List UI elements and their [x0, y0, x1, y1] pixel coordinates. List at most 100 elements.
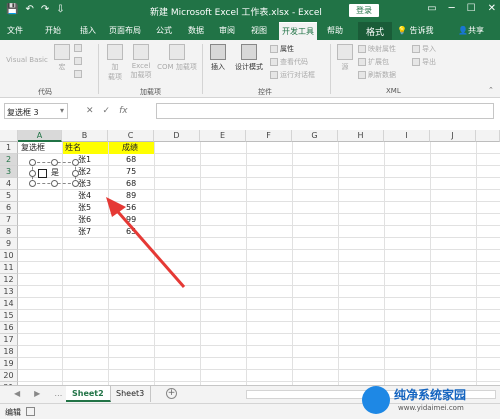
tab-formulas[interactable]: 公式 — [156, 25, 172, 36]
macro-record-status-icon[interactable] — [26, 407, 35, 416]
minimize-icon[interactable]: ─ — [449, 3, 455, 14]
row-header[interactable]: 15 — [0, 310, 18, 322]
chevron-left-icon[interactable]: ◀ — [14, 389, 20, 398]
cell-b1[interactable]: 姓名 — [63, 142, 108, 154]
resize-handle[interactable] — [51, 180, 58, 187]
formula-input[interactable] — [156, 103, 494, 119]
select-all-corner[interactable] — [0, 130, 18, 142]
checkbox-box[interactable] — [38, 169, 47, 178]
column-header[interactable]: A — [18, 130, 62, 142]
resize-handle[interactable] — [72, 180, 79, 187]
close-icon[interactable]: ✕ — [488, 3, 496, 14]
column-header[interactable]: H — [338, 130, 384, 142]
excel-addins-button[interactable]: Excel 加载项 — [128, 44, 154, 80]
tell-me-search[interactable]: 💡 告诉我 — [397, 25, 434, 36]
resize-handle[interactable] — [51, 159, 58, 166]
row-header[interactable]: 4 — [0, 178, 18, 190]
save-icon[interactable]: 💾 — [6, 4, 18, 15]
tab-home[interactable]: 开始 — [45, 25, 61, 36]
ribbon-display-icon[interactable]: ▭ — [427, 3, 436, 14]
macro-button[interactable]: 宏 — [52, 44, 72, 72]
row-header[interactable]: 18 — [0, 346, 18, 358]
column-header-overflow[interactable] — [476, 130, 500, 142]
row-header[interactable]: 20 — [0, 370, 18, 382]
column-header[interactable]: D — [154, 130, 200, 142]
more-sheets-icon[interactable]: … — [54, 389, 62, 398]
table-cell[interactable]: 68 — [109, 154, 154, 166]
table-cell[interactable]: 75 — [109, 166, 154, 178]
column-header[interactable]: B — [62, 130, 108, 142]
share-button[interactable]: 👤共享 — [458, 25, 484, 36]
sheet-tab-sheet3[interactable]: Sheet3 — [110, 386, 152, 402]
row-header[interactable]: 8 — [0, 226, 18, 238]
view-code-button[interactable]: 查看代码 — [270, 57, 308, 67]
undo-icon[interactable]: ↶ — [25, 4, 33, 15]
column-header[interactable]: J — [430, 130, 476, 142]
tab-insert[interactable]: 插入 — [80, 25, 96, 36]
redo-icon[interactable]: ↷ — [41, 4, 49, 15]
com-addins-button[interactable]: COM 加载项 — [155, 44, 199, 72]
tab-view[interactable]: 视图 — [251, 25, 267, 36]
cancel-icon[interactable]: ✕ — [86, 106, 94, 116]
record-macro-button[interactable] — [74, 44, 82, 52]
row-header[interactable]: 17 — [0, 334, 18, 346]
row-header[interactable]: 1 — [0, 142, 18, 154]
resize-handle[interactable] — [72, 159, 79, 166]
properties-button[interactable]: 属性 — [270, 44, 294, 54]
tab-review[interactable]: 审阅 — [219, 25, 235, 36]
tab-developer[interactable]: 开发工具 — [279, 22, 317, 40]
tab-page-layout[interactable]: 页面布局 — [109, 25, 141, 36]
checkbox-control[interactable]: 是 — [29, 159, 79, 187]
add-sheet-button[interactable]: + — [166, 388, 177, 399]
resize-handle[interactable] — [29, 170, 36, 177]
run-dialog-button[interactable]: 运行对话框 — [270, 70, 315, 80]
map-properties-button[interactable]: 映射属性 — [358, 44, 396, 54]
design-mode-button[interactable]: 设计模式 — [232, 44, 266, 72]
customize-icon[interactable]: ⇩ — [56, 4, 64, 15]
column-header[interactable]: F — [246, 130, 292, 142]
row-header[interactable]: 11 — [0, 262, 18, 274]
row-header[interactable]: 16 — [0, 322, 18, 334]
insert-function-icon[interactable]: fx — [119, 106, 128, 116]
row-header[interactable]: 5 — [0, 190, 18, 202]
addins-button[interactable]: 加载项 — [103, 44, 127, 82]
column-header[interactable]: C — [108, 130, 154, 142]
export-button[interactable]: 导出 — [412, 57, 436, 67]
row-header[interactable]: 12 — [0, 274, 18, 286]
import-button[interactable]: 导入 — [412, 44, 436, 54]
row-header[interactable]: 13 — [0, 286, 18, 298]
row-header[interactable]: 9 — [0, 238, 18, 250]
refresh-data-button[interactable]: 刷新数据 — [358, 70, 396, 80]
table-cell[interactable]: 68 — [109, 178, 154, 190]
collapse-ribbon-icon[interactable]: ⌃ — [488, 86, 494, 94]
macro-security-button[interactable] — [74, 70, 82, 78]
chevron-right-icon[interactable]: ▶ — [34, 389, 40, 398]
column-header[interactable]: G — [292, 130, 338, 142]
column-header[interactable]: I — [384, 130, 430, 142]
row-header[interactable]: 6 — [0, 202, 18, 214]
login-button[interactable]: 登录 — [349, 4, 379, 17]
tab-data[interactable]: 数据 — [188, 25, 204, 36]
tab-file[interactable]: 文件 — [7, 25, 23, 36]
relative-refs-button[interactable] — [74, 57, 82, 65]
insert-control-button[interactable]: 插入 — [206, 44, 230, 72]
resize-handle[interactable] — [29, 159, 36, 166]
maximize-icon[interactable]: ☐ — [467, 3, 476, 14]
tab-help[interactable]: 帮助 — [327, 25, 343, 36]
cell-a1[interactable]: 复选框 — [19, 142, 62, 154]
name-box[interactable]: 复选框 3 ▾ — [4, 103, 68, 119]
row-header[interactable]: 2 — [0, 154, 18, 166]
row-header[interactable]: 19 — [0, 358, 18, 370]
row-header[interactable]: 14 — [0, 298, 18, 310]
sheet-tab-sheet2[interactable]: Sheet2 — [66, 386, 111, 402]
enter-icon[interactable]: ✓ — [103, 106, 111, 116]
chevron-down-icon[interactable]: ▾ — [60, 106, 64, 115]
tab-format[interactable]: 格式 — [358, 22, 392, 40]
visual-basic-button[interactable]: Visual Basic — [4, 56, 50, 64]
row-header[interactable]: 10 — [0, 250, 18, 262]
resize-handle[interactable] — [72, 170, 79, 177]
expansion-packs-button[interactable]: 扩展包 — [358, 57, 389, 67]
xml-source-button[interactable]: 源 — [336, 44, 354, 72]
column-header[interactable]: E — [200, 130, 246, 142]
row-header[interactable]: 3 — [0, 166, 18, 178]
